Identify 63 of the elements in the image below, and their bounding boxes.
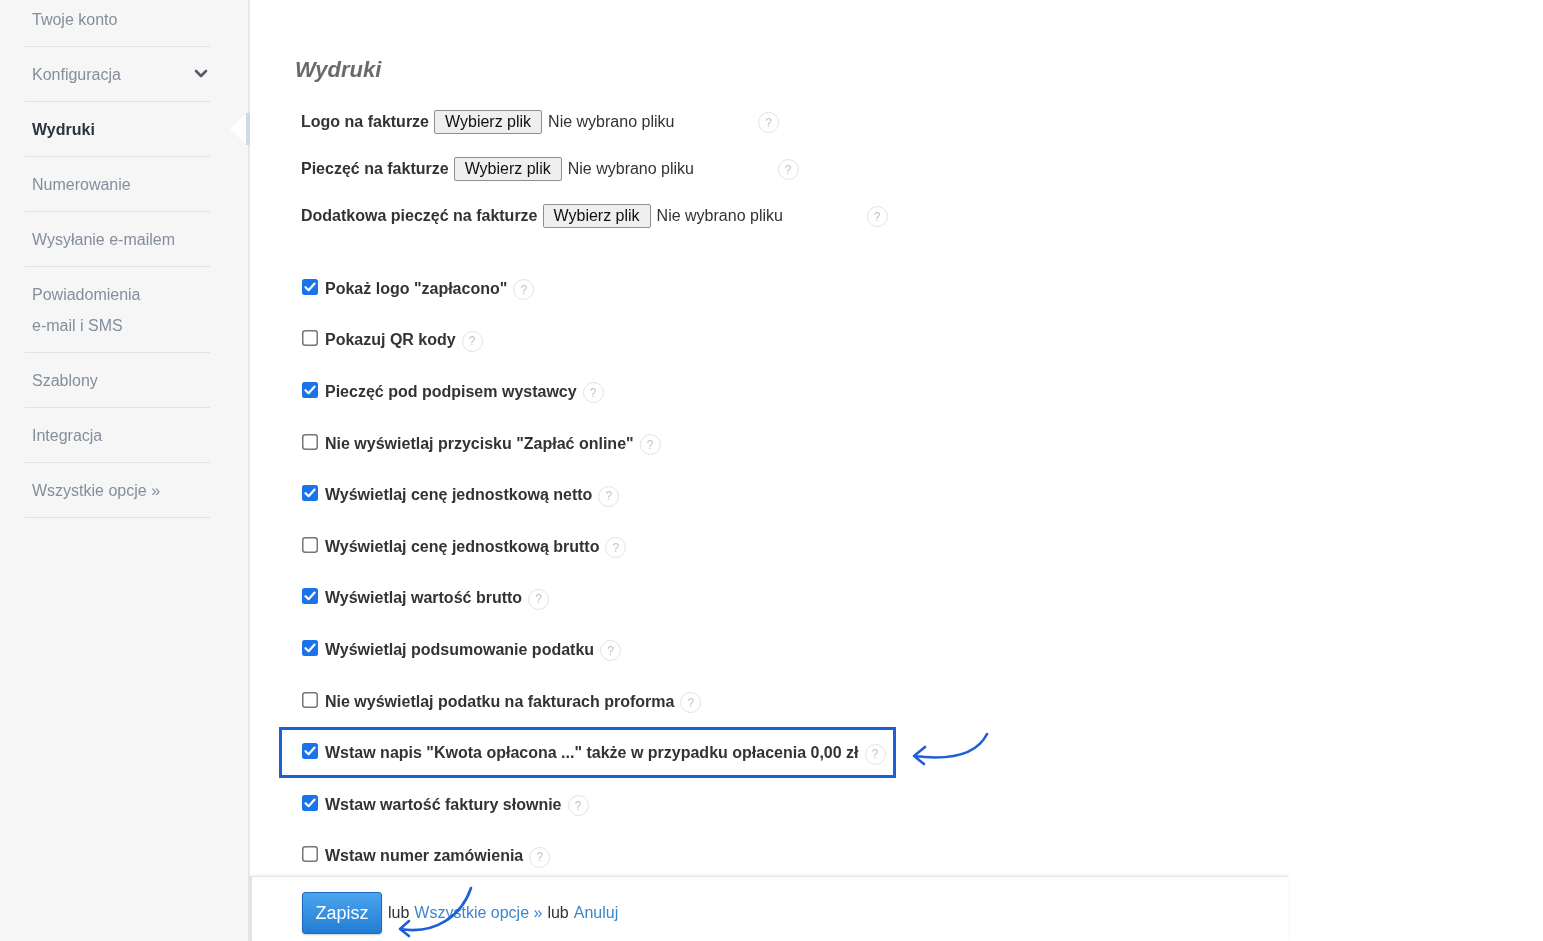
field-label: Dodatkowa pieczęć na fakturze (301, 205, 538, 226)
sidebar-item[interactable]: Numerowanie (25, 168, 210, 200)
checkbox[interactable] (302, 639, 318, 656)
file-status-text: Nie wybrano pliku (656, 205, 783, 226)
choose-file-button[interactable]: Wybierz plik (542, 203, 651, 228)
file-status-text: Nie wybrano pliku (567, 158, 694, 179)
option-label: Pokaż logo "zapłacono" (325, 278, 508, 299)
help-icon[interactable]: ? (758, 112, 779, 133)
option-label: Wyświetlaj cenę jednostkową netto (325, 485, 593, 506)
help-icon[interactable]: ? (567, 795, 589, 817)
sidebar-item[interactable]: Wysyłanie e-mailem (25, 223, 210, 255)
option-label: Wstaw napis "Kwota opłacona ..." także w przypadku opłacenia 0,00 zł (325, 743, 859, 764)
help-icon[interactable]: ? (461, 330, 483, 352)
option-label: Wstaw wartość faktury słownie (325, 794, 562, 815)
sidebar-item[interactable]: Integracja (25, 419, 210, 451)
option-label: Nie wyświetlaj podatku na fakturach proforma (325, 691, 675, 712)
help-icon[interactable]: ? (529, 846, 551, 868)
option-label: Nie wyświetlaj przycisku "Zapłać online" (325, 433, 634, 454)
field-label: Pieczęć na fakturze (301, 158, 449, 179)
checkbox[interactable] (302, 485, 318, 502)
separator-text: lub (388, 903, 410, 923)
help-icon[interactable]: ? (605, 537, 627, 559)
separator-text: lub (547, 903, 569, 923)
field-label: Logo na fakturze (301, 111, 429, 132)
checkbox[interactable] (302, 743, 318, 760)
sidebar-item[interactable]: Twoje konto (25, 3, 210, 35)
checkbox[interactable] (302, 588, 318, 605)
option-label: Pieczęć pod podpisem wystawcy (325, 382, 577, 402)
checkbox[interactable] (302, 330, 318, 347)
checkbox[interactable] (302, 846, 318, 863)
footer-link[interactable]: Anuluj (573, 901, 619, 925)
choose-file-button[interactable]: Wybierz plik (434, 109, 543, 134)
checkbox[interactable] (302, 433, 318, 450)
file-status-text: Nie wybrano pliku (548, 111, 675, 132)
help-icon[interactable]: ? (600, 640, 622, 662)
checkbox[interactable] (302, 278, 318, 295)
sidebar-item[interactable]: Powiadomienia e-mail i SMS (25, 278, 210, 341)
help-icon[interactable]: ? (582, 382, 604, 404)
option-label: Wstaw numer zamówienia (325, 846, 524, 867)
option-label: Pokazuj QR kody (325, 330, 456, 351)
sidebar-item[interactable]: Wydruki (25, 113, 210, 145)
checkbox[interactable] (302, 536, 318, 553)
help-icon[interactable]: ? (680, 692, 702, 714)
checkbox[interactable] (302, 794, 318, 811)
help-icon[interactable]: ? (598, 485, 620, 507)
option-label: Wyświetlaj cenę jednostkową brutto (325, 536, 600, 557)
chevron-down-icon (194, 69, 208, 79)
help-icon[interactable]: ? (866, 206, 888, 227)
save-button[interactable]: Zapisz (302, 892, 382, 934)
option-label: Wyświetlaj wartość brutto (325, 588, 523, 609)
sidebar-item[interactable]: Szablony (25, 364, 210, 396)
choose-file-button[interactable]: Wybierz plik (453, 156, 562, 181)
help-icon[interactable]: ? (639, 434, 661, 456)
option-label: Wyświetlaj podsumowanie podatku (325, 639, 595, 660)
sidebar-item[interactable]: Konfiguracja (25, 58, 210, 90)
help-icon[interactable]: ? (777, 159, 799, 180)
sidebar-item[interactable]: Wszystkie opcje » (25, 474, 210, 506)
checkbox[interactable] (302, 691, 318, 708)
page-title: Wydruki (295, 56, 382, 84)
help-icon[interactable]: ? (528, 588, 550, 610)
checkbox[interactable] (302, 382, 318, 398)
help-icon[interactable]: ? (513, 279, 535, 301)
help-icon[interactable]: ? (864, 743, 886, 765)
